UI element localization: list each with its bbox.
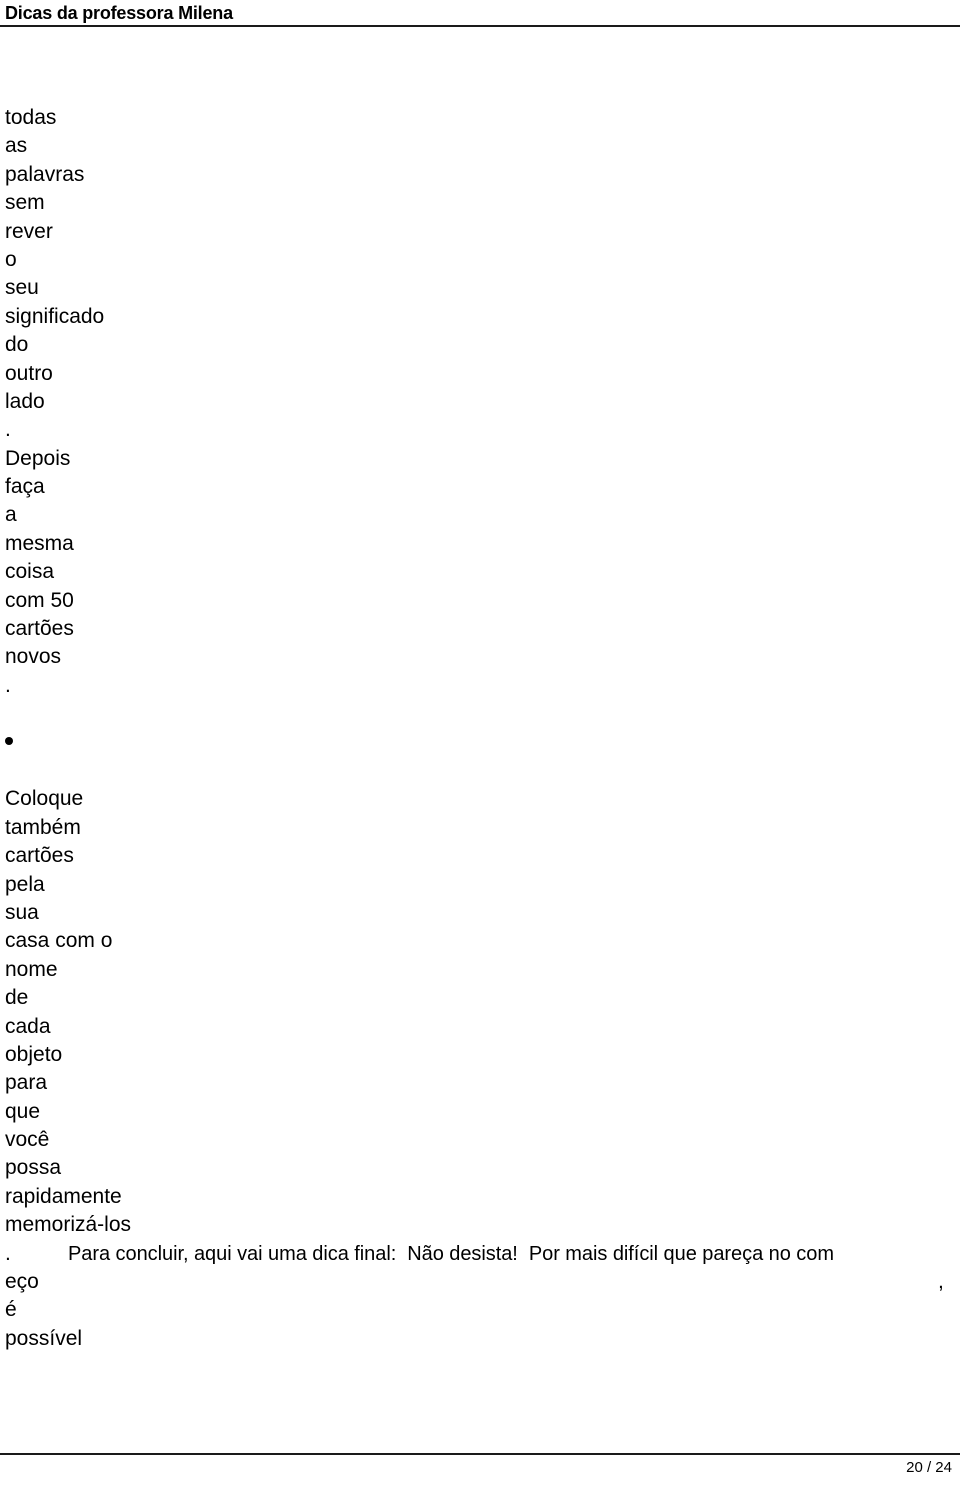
closing-paragraph: Para concluir, aqui vai uma dica final: … <box>68 1242 834 1265</box>
text-line: Depois <box>5 446 71 470</box>
text-line: possa <box>5 1156 62 1180</box>
text-line: cartões <box>5 844 74 868</box>
document-body: todas as palavras sem rever o seu signif… <box>0 104 960 1353</box>
trailing-comma: , <box>938 1270 944 1294</box>
text-line: cada <box>5 1014 51 1038</box>
text-line: você <box>5 1128 50 1152</box>
text-line: do <box>5 333 29 357</box>
text-line: seu <box>5 276 39 300</box>
text-line: pela <box>5 872 45 896</box>
header-divider <box>0 25 960 27</box>
text-line-period: . <box>5 418 11 442</box>
text-line: Coloque <box>5 787 84 811</box>
page-header: Dicas da professora Milena <box>0 0 960 38</box>
text-line: o <box>5 247 17 271</box>
text-line: de <box>5 986 29 1010</box>
text-line: sua <box>5 900 39 924</box>
text-line: cartões <box>5 617 74 641</box>
text-line: casa com o <box>5 929 113 953</box>
text-line: possível <box>5 1326 83 1350</box>
text-line: que <box>5 1099 41 1123</box>
text-line: todas <box>5 106 57 129</box>
text-line-period: . <box>5 1241 11 1265</box>
page-title: Dicas da professora Milena <box>5 3 233 23</box>
list-bullet-marker <box>0 729 960 757</box>
text-line: outro <box>5 361 53 385</box>
text-line: sem <box>5 191 45 215</box>
text-line: também <box>5 815 81 839</box>
text-line: mesma <box>5 531 74 555</box>
text-line: nome <box>5 957 58 981</box>
text-line: memorizá-los <box>5 1213 132 1237</box>
text-line: rapidamente <box>5 1184 122 1208</box>
page-number: 20 / 24 <box>906 1459 952 1476</box>
text-line: rever <box>5 219 53 243</box>
paragraph-line-row: . Para concluir, aqui vai uma dica final… <box>0 1240 960 1268</box>
text-line: eço <box>5 1270 39 1294</box>
tail-line-row: eço , <box>0 1268 960 1296</box>
text-line: para <box>5 1071 48 1095</box>
text-line: faça <box>5 475 45 499</box>
text-line: coisa <box>5 560 55 584</box>
text-line: a <box>5 503 17 527</box>
text-line: lado <box>5 389 45 413</box>
page-footer: 20 / 24 <box>0 1439 960 1487</box>
text-line: com 50 <box>5 588 74 612</box>
text-line: novos <box>5 645 62 669</box>
text-line: objeto <box>5 1042 63 1066</box>
text-line: é <box>5 1298 17 1322</box>
text-line: palavras <box>5 162 85 186</box>
text-line: as <box>5 134 28 158</box>
footer-divider <box>0 1453 960 1455</box>
text-line: significado <box>5 304 105 328</box>
bullet-icon <box>5 736 13 745</box>
text-line-period: . <box>5 673 11 697</box>
